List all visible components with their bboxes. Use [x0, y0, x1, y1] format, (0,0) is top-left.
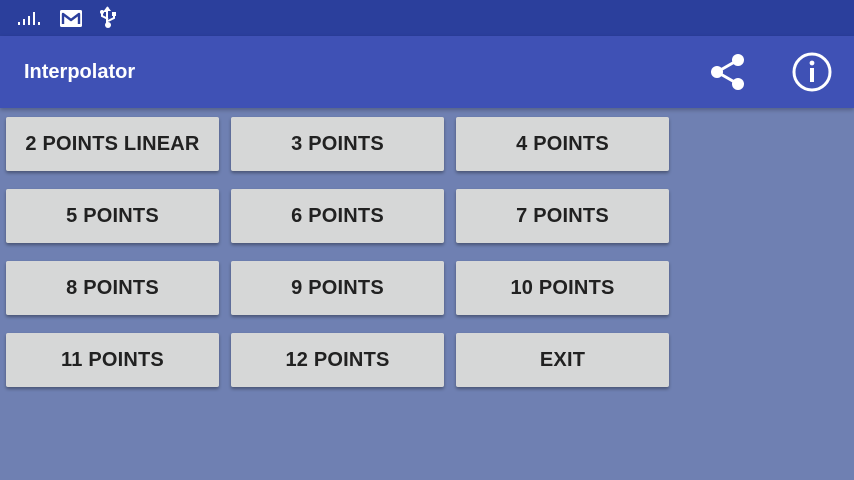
info-icon: [792, 52, 832, 92]
info-button[interactable]: [790, 50, 834, 94]
share-icon: [711, 54, 744, 90]
twelve-points-button[interactable]: 12 POINTS: [231, 333, 444, 387]
eleven-points-button[interactable]: 11 POINTS: [6, 333, 219, 387]
app-bar: Interpolator: [0, 36, 854, 108]
eight-points-button[interactable]: 8 POINTS: [6, 261, 219, 315]
six-points-button[interactable]: 6 POINTS: [231, 189, 444, 243]
nine-points-button[interactable]: 9 POINTS: [231, 261, 444, 315]
signal-icon: [18, 12, 40, 25]
share-button[interactable]: [706, 50, 750, 94]
gmail-icon: [60, 10, 82, 27]
status-bar: [0, 0, 854, 36]
two-points-linear-button[interactable]: 2 POINTS LINEAR: [6, 117, 219, 171]
four-points-button[interactable]: 4 POINTS: [456, 117, 669, 171]
five-points-button[interactable]: 5 POINTS: [6, 189, 219, 243]
app-title: Interpolator: [24, 61, 136, 83]
exit-button[interactable]: EXIT: [456, 333, 669, 387]
three-points-button[interactable]: 3 POINTS: [231, 117, 444, 171]
seven-points-button[interactable]: 7 POINTS: [456, 189, 669, 243]
usb-icon: [100, 6, 116, 28]
ten-points-button[interactable]: 10 POINTS: [456, 261, 669, 315]
